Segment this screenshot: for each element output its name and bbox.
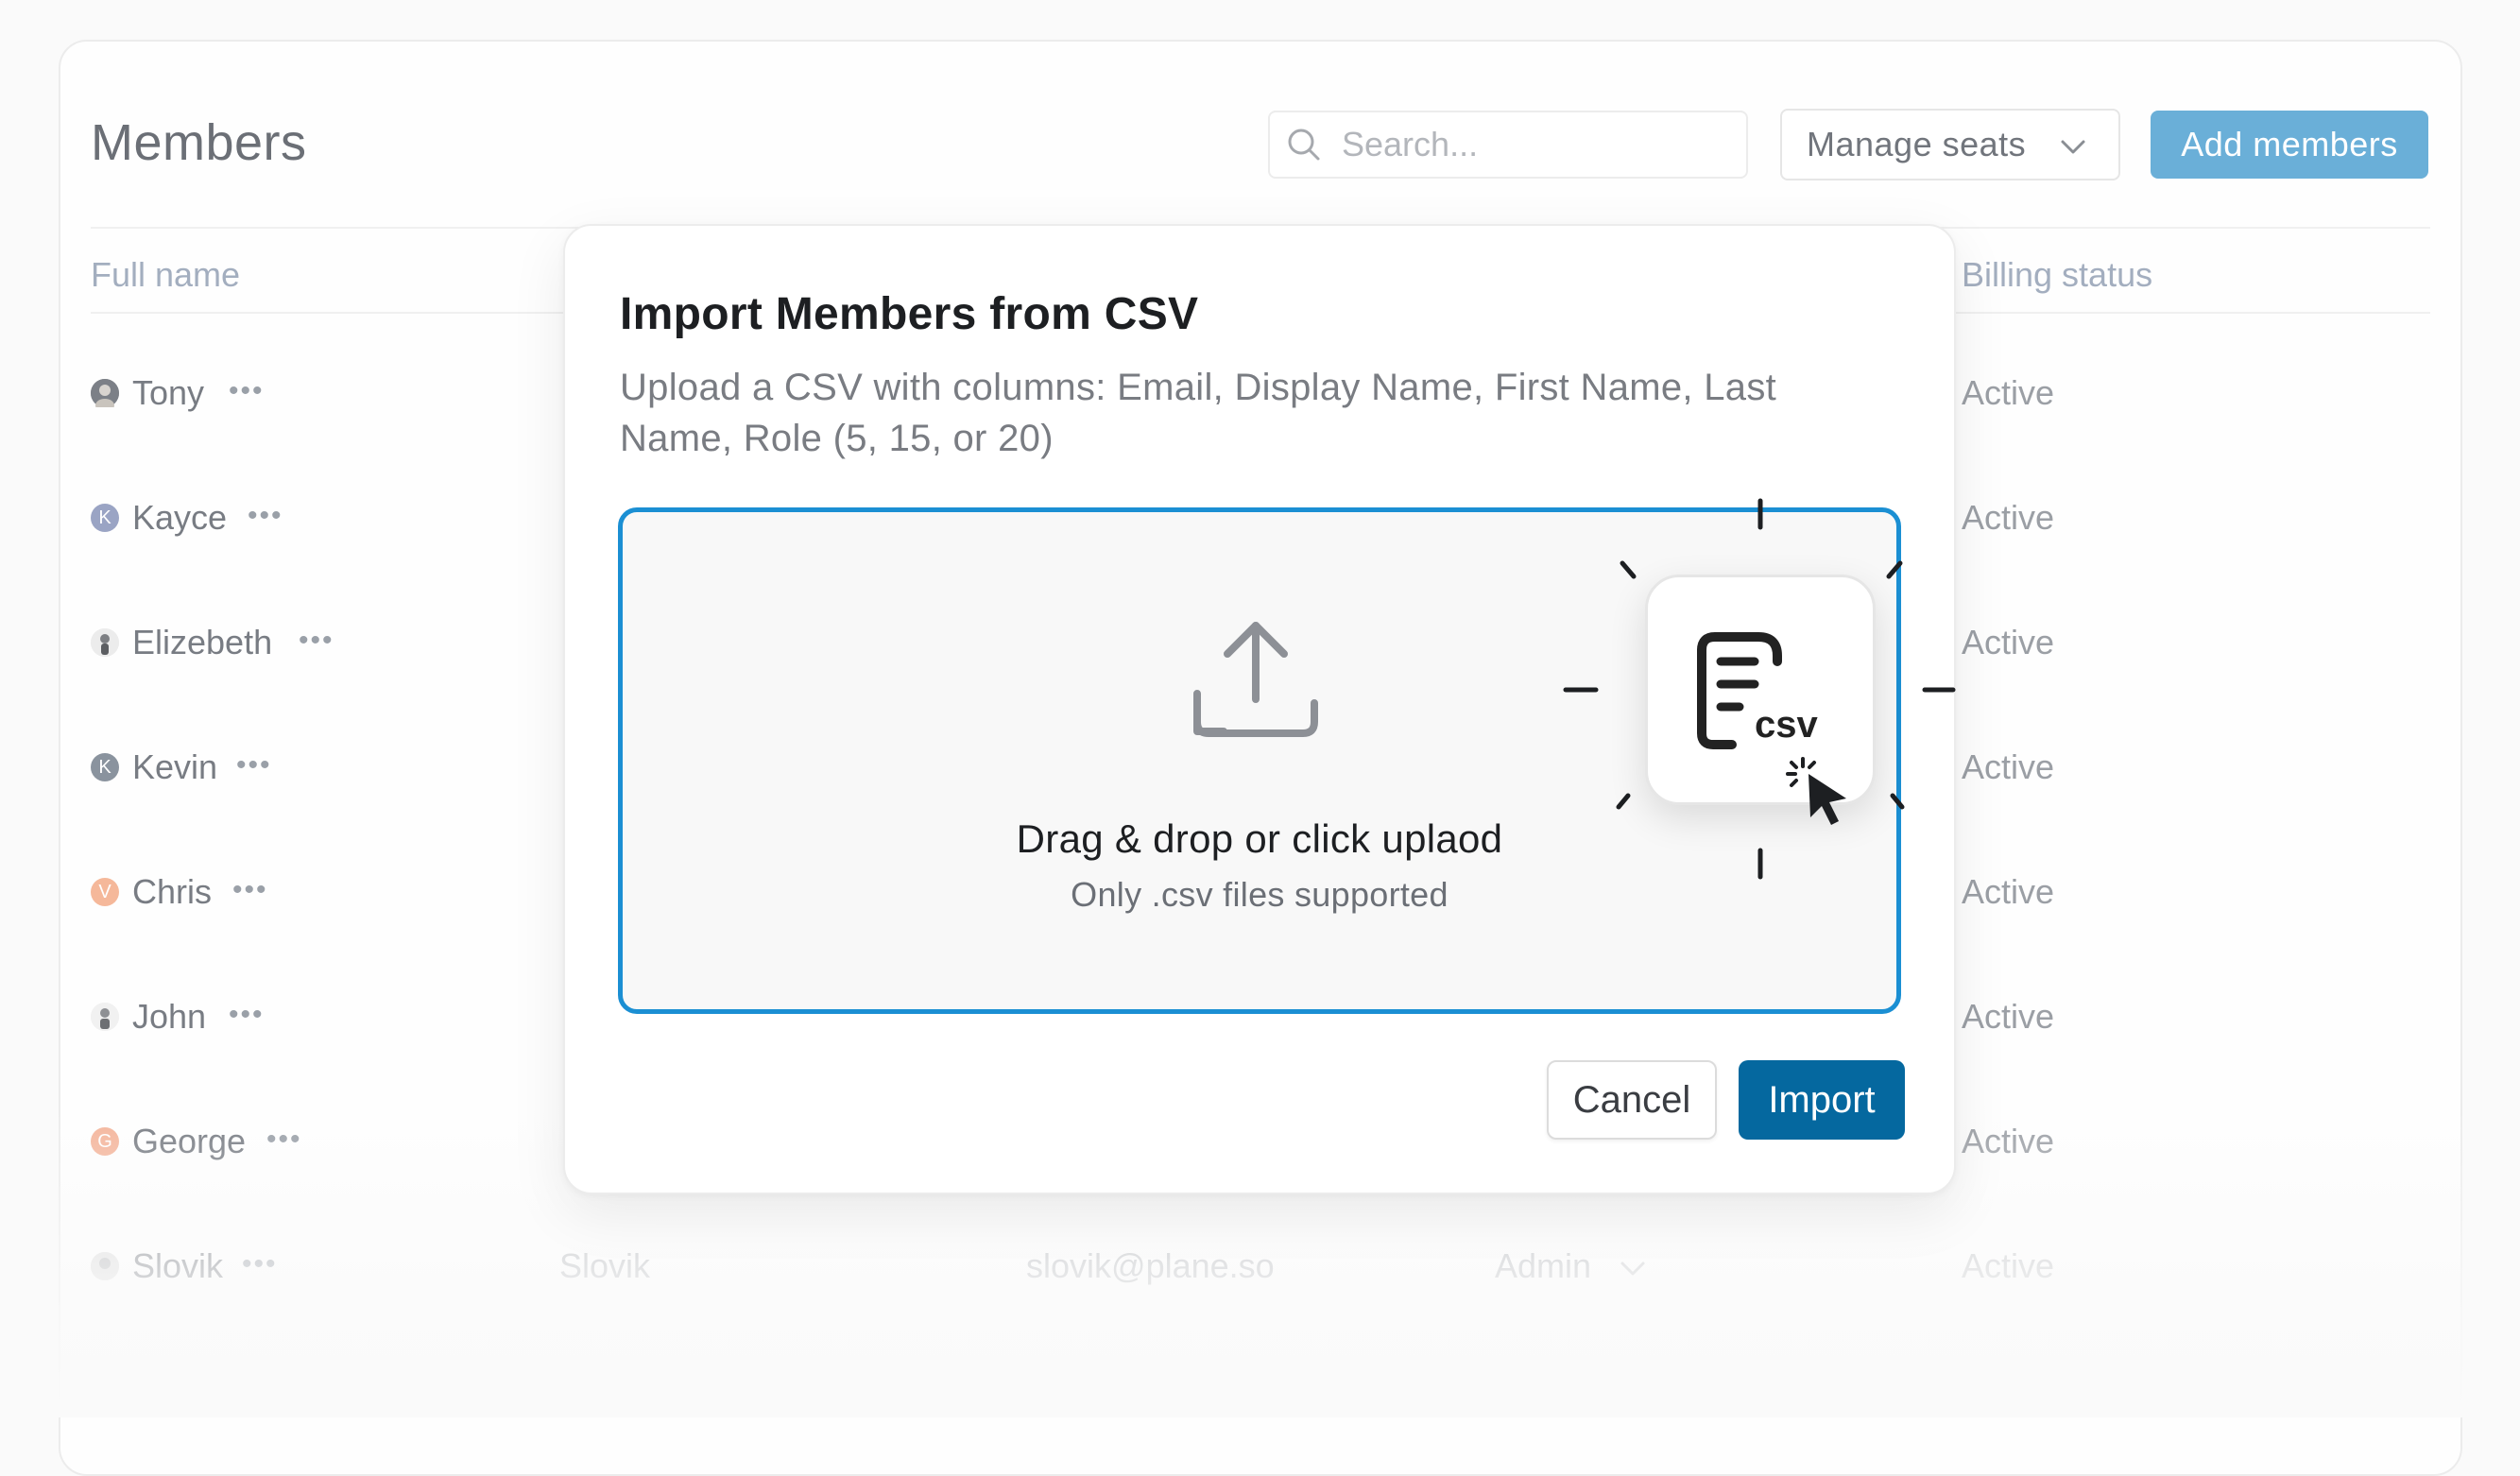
- search-box[interactable]: [1268, 111, 1748, 179]
- table-row: Slovik ••• Slovik slovik@plane.so Admin …: [91, 1239, 2358, 1296]
- column-header-billing-status[interactable]: Billing status: [1962, 255, 2152, 295]
- billing-status: Active: [1962, 1246, 2055, 1285]
- add-members-button[interactable]: Add members: [2151, 111, 2428, 179]
- member-name: Elizebeth: [132, 623, 273, 661]
- avatar: [91, 1252, 119, 1280]
- upload-icon: [1193, 622, 1318, 737]
- chevron-down-icon: [1620, 1261, 1645, 1276]
- csv-file-tile: csv: [1645, 575, 1876, 825]
- cursor-click-icon: [1786, 757, 1846, 825]
- member-name: Slovik: [132, 1246, 224, 1285]
- modal-title: Import Members from CSV: [620, 289, 1199, 339]
- more-icon[interactable]: •••: [229, 999, 265, 1031]
- more-icon[interactable]: •••: [248, 500, 283, 532]
- more-icon[interactable]: •••: [266, 1124, 302, 1156]
- billing-status: Active: [1962, 373, 2055, 412]
- search-icon: [1288, 129, 1320, 161]
- member-name: John: [132, 997, 207, 1036]
- avatar: [91, 379, 119, 407]
- avatar: V: [91, 878, 119, 906]
- billing-status: Active: [1962, 623, 2055, 661]
- chevron-down-icon: [2061, 140, 2085, 154]
- billing-status: Active: [1962, 1122, 2055, 1160]
- billing-status: Active: [1962, 997, 2055, 1036]
- avatar: G: [91, 1127, 119, 1156]
- more-icon[interactable]: •••: [229, 375, 265, 407]
- member-name: Tony: [132, 373, 205, 412]
- avatar: K: [91, 504, 119, 532]
- csv-illustration: csv: [1539, 488, 1974, 903]
- role-label: Admin: [1495, 1246, 1592, 1285]
- cancel-button[interactable]: Cancel: [1547, 1060, 1717, 1140]
- member-name: Kayce: [132, 498, 228, 537]
- email: slovik@plane.so: [1026, 1246, 1275, 1285]
- avatar: [91, 1003, 119, 1031]
- billing-status: Active: [1962, 872, 2055, 911]
- member-name: Chris: [132, 872, 213, 911]
- more-icon[interactable]: •••: [232, 874, 268, 906]
- member-name: George: [132, 1122, 247, 1160]
- more-icon[interactable]: •••: [299, 625, 334, 657]
- member-name: Kevin: [132, 747, 218, 786]
- avatar: K: [91, 753, 119, 781]
- page-title: Members: [91, 114, 307, 171]
- billing-status: Active: [1962, 747, 2055, 786]
- manage-seats-label: Manage seats: [1807, 125, 2027, 163]
- import-button[interactable]: Import: [1739, 1060, 1905, 1140]
- more-icon[interactable]: •••: [236, 749, 272, 781]
- avatar: [91, 628, 119, 657]
- search-input[interactable]: [1342, 125, 1701, 164]
- csv-dropzone[interactable]: Drag & drop or click uplaod Only .csv fi…: [618, 498, 1956, 1014]
- column-header-full-name[interactable]: Full name: [91, 255, 240, 295]
- manage-seats-dropdown[interactable]: Manage seats: [1780, 109, 2120, 180]
- more-icon[interactable]: •••: [242, 1248, 278, 1280]
- import-csv-modal: Import Members from CSV Upload a CSV wit…: [563, 224, 1956, 1194]
- csv-badge-text: csv: [1755, 704, 1818, 746]
- role-dropdown[interactable]: Admin: [1495, 1246, 1646, 1286]
- modal-description: Upload a CSV with columns: Email, Displa…: [620, 367, 1777, 459]
- display-name: Slovik: [559, 1246, 651, 1285]
- billing-status: Active: [1962, 498, 2055, 537]
